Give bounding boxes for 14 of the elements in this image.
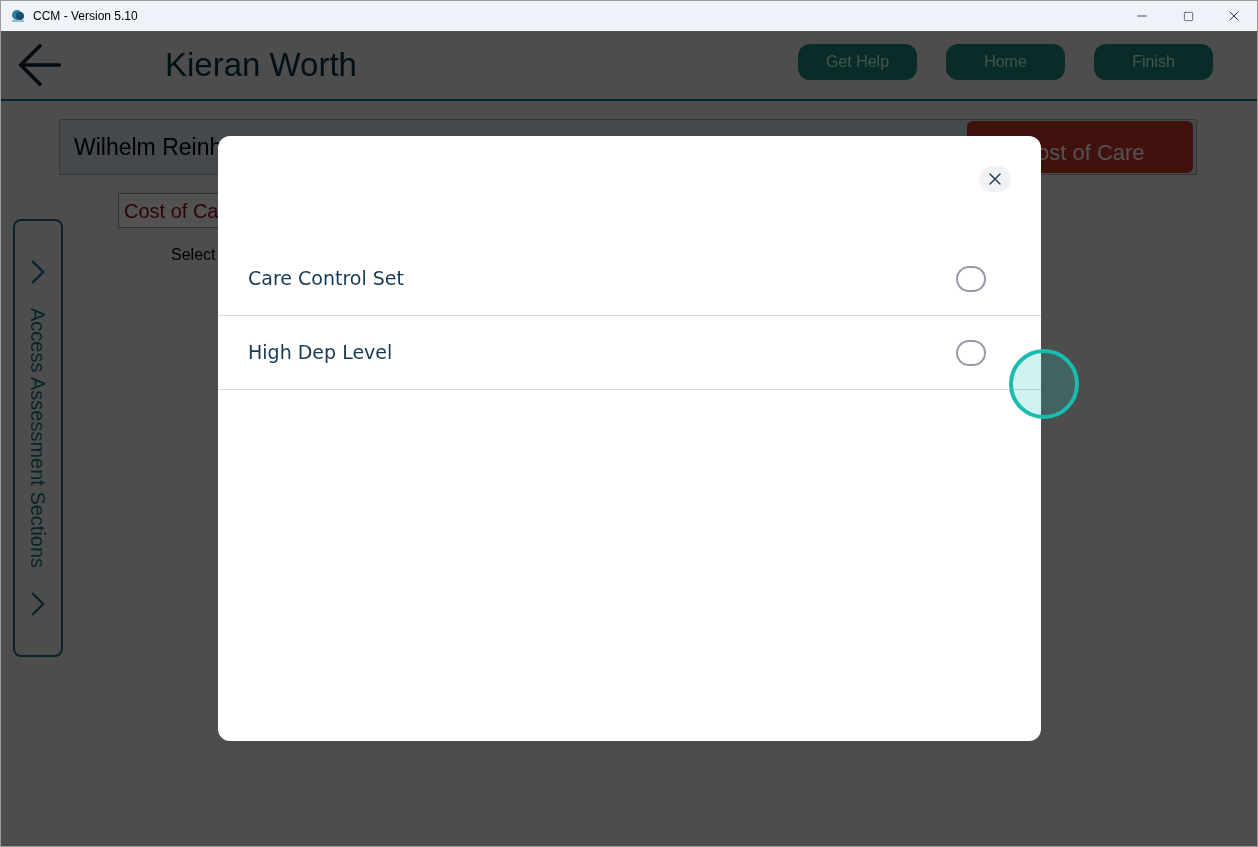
side-tab-label: Access Assessment Sections: [26, 307, 50, 569]
client-name: Kieran Worth: [165, 45, 357, 86]
radio-button[interactable]: [956, 339, 986, 366]
radio-button[interactable]: [956, 265, 986, 292]
side-tab[interactable]: Access Assessment Sections: [13, 219, 63, 657]
window-title: CCM - Version 5.10: [33, 8, 138, 25]
option-row[interactable]: Care Control Set: [218, 242, 1041, 316]
option-row[interactable]: High Dep Level: [218, 316, 1041, 390]
option-label: High Dep Level: [248, 340, 393, 366]
app-logo-icon: [11, 9, 25, 23]
close-dialog-button[interactable]: [979, 166, 1011, 192]
option-label: Care Control Set: [248, 266, 404, 292]
select-label: Select: [171, 245, 217, 265]
maximize-icon: [1182, 10, 1194, 22]
